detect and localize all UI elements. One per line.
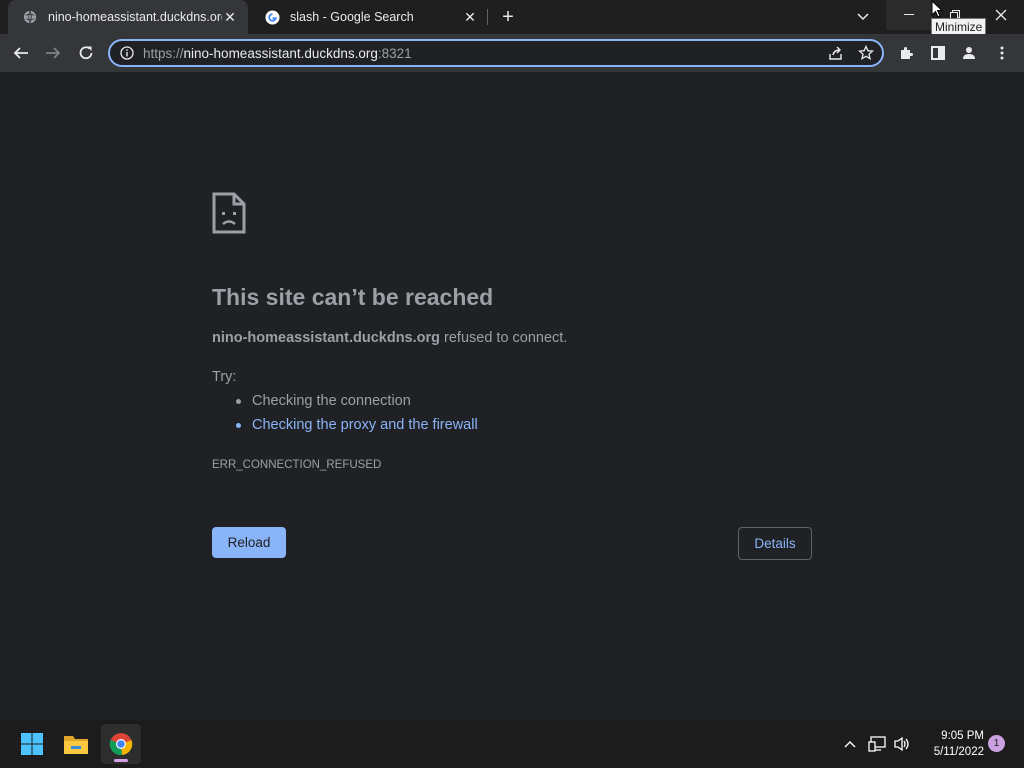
- chevron-up-icon[interactable]: [840, 734, 860, 754]
- notification-badge[interactable]: 1: [988, 735, 1005, 752]
- windows-start-icon[interactable]: [12, 724, 52, 764]
- suggestion-check-proxy-link[interactable]: Checking the proxy and the firewall: [236, 416, 478, 440]
- tab-separator: [487, 9, 488, 25]
- clock-time: 9:05 PM: [941, 730, 984, 742]
- chrome-icon[interactable]: [101, 724, 141, 764]
- reload-icon[interactable]: [73, 40, 99, 66]
- back-icon[interactable]: [8, 40, 34, 66]
- side-panel-icon[interactable]: [925, 40, 951, 66]
- reload-button[interactable]: Reload: [212, 527, 286, 558]
- file-explorer-icon[interactable]: [56, 724, 96, 764]
- forward-icon[interactable]: [40, 40, 66, 66]
- url-port: :8321: [377, 45, 412, 61]
- tab-search-icon[interactable]: [852, 6, 874, 28]
- clock-date: 5/11/2022: [933, 746, 984, 758]
- try-label: Try:: [212, 369, 237, 385]
- share-icon[interactable]: [828, 45, 844, 64]
- extensions-icon[interactable]: [893, 40, 919, 66]
- address-bar[interactable]: https:// nino-homeassistant.duckdns.org …: [108, 39, 884, 67]
- error-title: This site can’t be reached: [212, 284, 494, 310]
- tab-inactive[interactable]: slash - Google Search ✕: [250, 0, 488, 34]
- tab-close-icon[interactable]: ✕: [222, 9, 238, 25]
- active-app-indicator: [114, 759, 128, 762]
- taskbar-clock[interactable]: 9:05 PM 5/11/2022: [918, 728, 984, 760]
- browser-toolbar: https:// nino-homeassistant.duckdns.org …: [0, 34, 1024, 72]
- volume-icon[interactable]: [892, 734, 912, 754]
- taskbar: 9:05 PM 5/11/2022 1: [0, 720, 1024, 768]
- tab-title: slash - Google Search: [290, 10, 414, 24]
- network-icon[interactable]: [867, 734, 887, 754]
- error-description-suffix: refused to connect.: [440, 330, 568, 346]
- tab-close-icon[interactable]: ✕: [462, 9, 478, 25]
- tab-title: nino-homeassistant.duckdns.org: [48, 10, 222, 24]
- error-code: ERR_CONNECTION_REFUSED: [212, 459, 382, 471]
- suggestion-list: Checking the connection Checking the pro…: [236, 392, 478, 440]
- minimize-icon[interactable]: [886, 0, 932, 30]
- site-info-icon[interactable]: [119, 45, 135, 61]
- error-description: nino-homeassistant.duckdns.org refused t…: [212, 330, 567, 346]
- google-icon: [264, 9, 280, 25]
- menu-icon[interactable]: [989, 40, 1015, 66]
- new-tab-icon[interactable]: +: [498, 7, 518, 27]
- url-host: nino-homeassistant.duckdns.org: [183, 45, 378, 61]
- suggestion-check-connection: Checking the connection: [236, 392, 478, 416]
- profile-icon[interactable]: [956, 40, 982, 66]
- tab-strip: nino-homeassistant.duckdns.org ✕ slash -…: [0, 0, 1024, 36]
- globe-icon: [22, 9, 38, 25]
- url-scheme: https://: [143, 45, 184, 61]
- error-host: nino-homeassistant.duckdns.org: [212, 330, 440, 346]
- mouse-cursor-icon: [931, 0, 944, 23]
- sad-page-icon: [212, 192, 246, 239]
- page-content: This site can’t be reached nino-homeassi…: [0, 72, 1024, 720]
- bookmark-star-icon[interactable]: [857, 44, 875, 64]
- details-button[interactable]: Details: [738, 527, 812, 560]
- tab-active[interactable]: nino-homeassistant.duckdns.org ✕: [8, 0, 248, 34]
